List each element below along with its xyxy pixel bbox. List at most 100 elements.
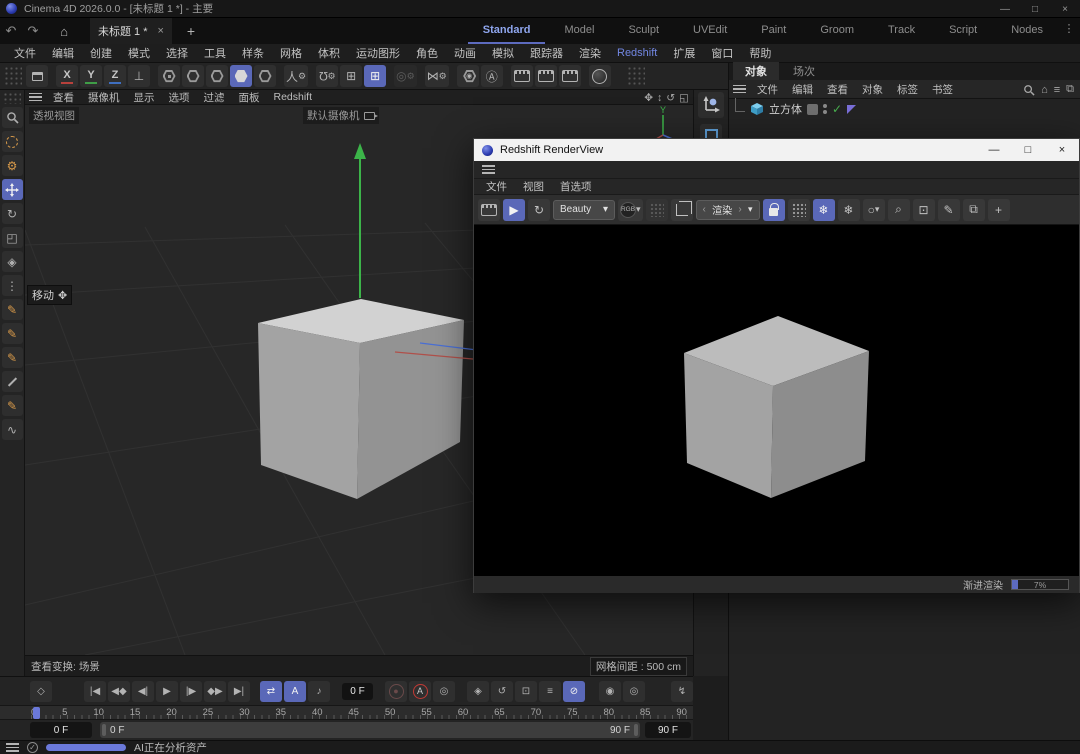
dolly-icon[interactable]: ↕ — [657, 92, 662, 104]
ipr-play-button[interactable]: ▶ — [503, 198, 525, 221]
home-icon[interactable]: ⌂ — [1041, 84, 1048, 96]
freeze-ipr-button[interactable]: ❄ — [812, 198, 835, 221]
lock-x-axis-button[interactable]: X — [56, 65, 78, 87]
interactive-render-sphere-button[interactable] — [588, 65, 611, 87]
falloff-button[interactable]: ◎ ⚙ — [394, 65, 417, 87]
object-manager-menu-item[interactable]: 编辑 — [785, 82, 820, 97]
redshift-renderview-window[interactable]: Redshift RenderView — □ × 文件 视图 首选项 ▶ ↻ Be… — [473, 138, 1080, 593]
layout-tab[interactable]: Track — [873, 18, 930, 44]
scale-tool-button[interactable]: ◰ — [1, 227, 23, 248]
render-settings-button[interactable] — [558, 65, 581, 87]
enabled-check-icon[interactable]: ✓ — [832, 102, 842, 116]
new-document-tab-button[interactable]: + — [178, 21, 204, 41]
point-pen-button[interactable]: ✎ — [1, 347, 23, 368]
visibility-dots-icon[interactable] — [823, 104, 827, 114]
start-render-button[interactable] — [478, 198, 500, 221]
object-manager-menu-item[interactable]: 标签 — [890, 82, 925, 97]
toolbar-drag-handle[interactable] — [4, 66, 22, 86]
lock-z-axis-button[interactable]: Z — [104, 65, 126, 87]
layout-tab[interactable]: UVEdit — [678, 18, 742, 44]
quantize-button[interactable]: ⊞ — [340, 65, 363, 87]
go-to-end-button[interactable]: ▶| — [228, 680, 250, 702]
minimize-button[interactable]: — — [990, 0, 1020, 18]
menu-item[interactable]: 编辑 — [44, 45, 82, 61]
layout-tab[interactable]: Groom — [805, 18, 869, 44]
menu-item[interactable]: 体积 — [310, 45, 348, 61]
key-psr-off-button[interactable]: ⊘ — [563, 680, 585, 702]
sketch-tool-button[interactable]: ∿ — [1, 419, 23, 440]
redo-icon[interactable]: ↷ — [22, 21, 44, 41]
axis-system-button[interactable]: ⊥ — [128, 65, 150, 87]
viewport-menu-item[interactable]: Redshift — [267, 91, 320, 103]
solo-mode-button[interactable]: ◉ — [456, 65, 479, 87]
next-key-button[interactable]: ◆▶ — [204, 680, 226, 702]
line-cut-button[interactable] — [1, 371, 23, 392]
mouse-record-options-button[interactable]: ◎ — [623, 680, 645, 702]
camera-label[interactable]: 默认摄像机 — [303, 107, 379, 124]
record-button[interactable]: ● — [385, 680, 407, 702]
object-manager-menu-item[interactable]: 文件 — [750, 82, 785, 97]
rotate-tool-button[interactable]: ↻ — [1, 203, 23, 224]
menu-item[interactable]: 创建 — [82, 45, 120, 61]
menu-item[interactable]: 模式 — [120, 45, 158, 61]
annotate-button[interactable]: ✎ — [937, 198, 960, 221]
snapshot-dropdown[interactable]: ‹ 渲染 › ▾ — [695, 199, 760, 220]
axis-lock-button[interactable]: Ⓐ — [480, 65, 503, 87]
tweak-tool-button[interactable]: ⚙ — [1, 155, 23, 176]
bucket-grid-button[interactable] — [787, 198, 810, 221]
coordinate-system-button[interactable] — [698, 92, 724, 118]
pan-hand-icon[interactable]: ✥ — [644, 92, 653, 104]
renderview-menu-item[interactable]: 视图 — [515, 179, 552, 194]
renderview-close-button[interactable]: × — [1045, 139, 1079, 161]
renderview-title-bar[interactable]: Redshift RenderView — □ × — [474, 139, 1079, 161]
show-tracks-button[interactable]: A — [284, 680, 306, 702]
render-result-canvas[interactable] — [474, 225, 1079, 576]
toolbar-drag-handle-right[interactable] — [626, 66, 645, 86]
keyframe-selection-button[interactable]: ◎ — [433, 680, 455, 702]
menu-item[interactable]: 文件 — [6, 45, 44, 61]
search-commander-button[interactable] — [1, 107, 23, 128]
refresh-render-icon[interactable]: ↻ — [528, 198, 550, 221]
autokey-button[interactable]: A — [409, 680, 431, 702]
render-view-button[interactable] — [510, 65, 533, 87]
add-snapshot-button[interactable]: + — [987, 198, 1010, 221]
object-manager-tab[interactable]: 对象 — [733, 62, 779, 80]
home-icon[interactable]: ⌂ — [52, 21, 76, 41]
renderview-maximize-button[interactable]: □ — [1011, 139, 1045, 161]
layout-tab[interactable]: Model — [549, 18, 609, 44]
layer-color-icon[interactable] — [807, 103, 818, 115]
timeline-ruler[interactable]: 051015202530354045505560657075808590 — [0, 705, 693, 720]
previous-key-button[interactable]: ◀◆ — [108, 680, 130, 702]
object-manager-menu-item[interactable]: 对象 — [855, 82, 890, 97]
key-scale-button[interactable]: ⊡ — [515, 680, 537, 702]
loop-playback-button[interactable]: ⇄ — [260, 680, 282, 702]
viewport-menu-item[interactable]: 查看 — [46, 90, 81, 105]
menu-item[interactable]: 扩展 — [665, 45, 703, 61]
workplane-button[interactable]: 人 ⚙ — [284, 65, 309, 87]
menu-item[interactable]: 选择 — [158, 45, 196, 61]
range-end-field[interactable]: 90 F — [645, 722, 691, 738]
key-position-button[interactable]: ◈ — [467, 680, 489, 702]
close-button[interactable]: × — [1050, 0, 1080, 18]
menu-item[interactable]: 跟踪器 — [522, 45, 571, 61]
layout-overflow-icon[interactable]: ⋮ — [1062, 22, 1076, 40]
pixel-grid-button[interactable] — [645, 198, 668, 221]
renderview-menu-icon[interactable] — [482, 165, 495, 174]
lock-camera-button[interactable] — [762, 198, 785, 221]
renderview-menu-item[interactable]: 文件 — [478, 179, 515, 194]
move-tool-button[interactable] — [1, 179, 23, 200]
layout-tab[interactable]: Paint — [746, 18, 801, 44]
object-row-cube[interactable]: 立方体 ✓ — [729, 98, 1080, 119]
key-rotation-button[interactable]: ↺ — [491, 680, 513, 702]
menu-item[interactable]: 帮助 — [741, 45, 779, 61]
play-button[interactable]: ▶ — [156, 680, 178, 702]
model-mode-button[interactable] — [230, 65, 252, 87]
maximize-button[interactable]: □ — [1020, 0, 1050, 18]
menu-item[interactable]: 渲染 — [571, 45, 609, 61]
viewport-menu-item[interactable]: 过滤 — [197, 90, 232, 105]
menu-item[interactable]: 动画 — [446, 45, 484, 61]
renderview-minimize-button[interactable]: — — [977, 139, 1011, 161]
menu-item[interactable]: 工具 — [196, 45, 234, 61]
viewport-menu-item[interactable]: 显示 — [127, 90, 162, 105]
sound-button[interactable]: ♪ — [308, 680, 330, 702]
